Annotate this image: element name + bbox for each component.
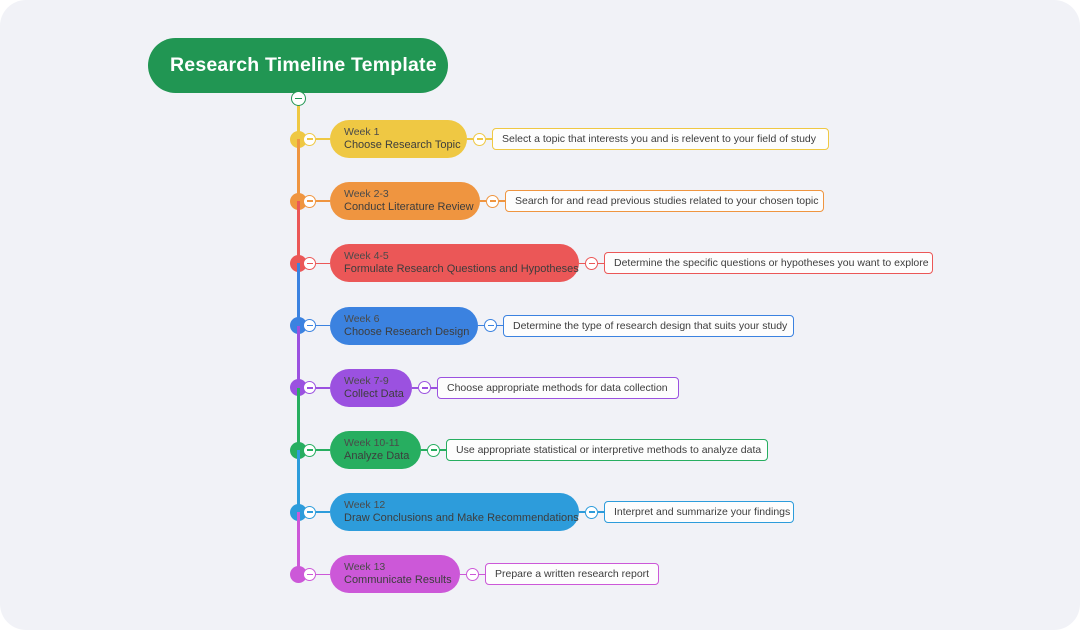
detail-text: Determine the type of research design th… xyxy=(513,319,788,332)
detail-collapse-minus-icon[interactable] xyxy=(585,256,598,270)
timeline-task-pill[interactable]: Week 1 Choose Research Topic xyxy=(330,120,467,158)
detail-collapse-minus-icon[interactable] xyxy=(418,381,431,395)
timeline-detail-box[interactable]: Prepare a written research report xyxy=(485,563,659,586)
connector-line xyxy=(316,573,330,576)
minus-glyph xyxy=(588,511,595,513)
branch-collapse-minus-icon[interactable] xyxy=(303,567,316,581)
branch-collapse-minus-icon[interactable] xyxy=(303,381,316,395)
timeline-task-pill[interactable]: Week 10-11 Analyze Data xyxy=(330,431,421,469)
pill-task-label: Choose Research Topic xyxy=(344,139,461,151)
timeline-detail-box[interactable]: Determine the specific questions or hypo… xyxy=(604,252,933,275)
minus-glyph xyxy=(306,387,313,389)
spine-segment xyxy=(297,263,300,326)
minus-glyph xyxy=(306,324,313,327)
spine-segment xyxy=(297,450,300,513)
timeline-detail-box[interactable]: Determine the type of research design th… xyxy=(503,314,794,337)
detail-collapse-minus-icon[interactable] xyxy=(486,194,499,208)
detail-text: Determine the specific questions or hypo… xyxy=(614,257,929,270)
detail-text: Search for and read previous studies rel… xyxy=(515,195,819,208)
detail-collapse-minus-icon[interactable] xyxy=(427,443,440,457)
spine-segment xyxy=(297,139,300,202)
connector-line xyxy=(316,262,330,265)
timeline-detail-box[interactable]: Interpret and summarize your findings xyxy=(604,501,794,524)
root-title-node[interactable]: Research Timeline Template xyxy=(148,38,448,93)
pill-task-label: Draw Conclusions and Make Recommendation… xyxy=(344,512,579,525)
connector-line xyxy=(316,324,330,327)
page-title: Research Timeline Template xyxy=(170,54,437,76)
timeline-detail-box[interactable]: Select a topic that interests you and is… xyxy=(492,128,829,150)
branch-collapse-minus-icon[interactable] xyxy=(303,194,316,208)
pill-week-label: Week 10-11 xyxy=(344,437,400,449)
detail-collapse-minus-icon[interactable] xyxy=(473,132,486,146)
spine-segment xyxy=(297,325,300,388)
minus-glyph xyxy=(421,387,428,389)
minus-glyph xyxy=(306,573,313,576)
minus-glyph xyxy=(306,262,313,265)
branch-collapse-minus-icon[interactable] xyxy=(303,443,316,457)
connector-line xyxy=(316,449,330,451)
timeline-task-pill[interactable]: Week 6 Choose Research Design xyxy=(330,306,478,345)
timeline-task-pill[interactable]: Week 12 Draw Conclusions and Make Recomme… xyxy=(330,493,579,532)
minus-glyph xyxy=(489,200,496,202)
connector-line xyxy=(316,138,330,140)
minus-glyph xyxy=(306,200,313,202)
detail-text: Interpret and summarize your findings xyxy=(614,506,791,519)
timeline-task-pill[interactable]: Week 2-3 Conduct Literature Review xyxy=(330,182,480,221)
detail-collapse-minus-icon[interactable] xyxy=(585,505,598,519)
connector-line xyxy=(316,200,330,203)
minus-glyph xyxy=(295,97,302,100)
pill-week-label: Week 6 xyxy=(344,312,380,325)
timeline-detail-box[interactable]: Use appropriate statistical or interpret… xyxy=(446,439,768,461)
pill-week-label: Week 12 xyxy=(344,499,386,512)
minus-glyph xyxy=(588,262,595,265)
spine-segment xyxy=(297,512,300,575)
minus-glyph xyxy=(306,449,313,451)
detail-text: Prepare a written research report xyxy=(495,568,650,581)
branch-collapse-minus-icon[interactable] xyxy=(303,132,316,146)
pill-week-label: Week 2-3 xyxy=(344,188,389,201)
timeline-task-pill[interactable]: Week 7-9 Collect Data xyxy=(330,368,412,407)
timeline-detail-box[interactable]: Choose appropriate methods for data coll… xyxy=(437,376,679,399)
root-collapse-minus-icon[interactable] xyxy=(291,91,306,106)
pill-week-label: Week 4-5 xyxy=(344,250,389,263)
minus-glyph xyxy=(306,138,313,140)
pill-task-label: Collect Data xyxy=(344,387,404,400)
pill-task-label: Formulate Research Questions and Hypothe… xyxy=(344,263,579,276)
detail-collapse-minus-icon[interactable] xyxy=(466,567,479,581)
connector-line xyxy=(316,511,330,514)
branch-collapse-minus-icon[interactable] xyxy=(303,256,316,270)
pill-week-label: Week 13 xyxy=(344,561,386,574)
detail-collapse-minus-icon[interactable] xyxy=(484,319,497,333)
minus-glyph xyxy=(306,511,313,513)
connector-line xyxy=(316,386,330,389)
spine-segment xyxy=(297,201,300,264)
minus-glyph xyxy=(476,138,483,140)
detail-text: Choose appropriate methods for data coll… xyxy=(447,381,668,394)
pill-week-label: Week 7-9 xyxy=(344,374,389,387)
branch-collapse-minus-icon[interactable] xyxy=(303,505,316,519)
pill-task-label: Analyze Data xyxy=(344,450,410,462)
spine-segment xyxy=(297,132,300,139)
spine-segment xyxy=(297,387,300,450)
detail-text: Use appropriate statistical or interpret… xyxy=(456,444,762,456)
pill-week-label: Week 1 xyxy=(344,126,380,138)
mindmap-canvas: Research Timeline Template Week 1 Choose … xyxy=(0,0,1080,630)
pill-task-label: Conduct Literature Review xyxy=(344,201,474,214)
minus-glyph xyxy=(469,573,476,576)
branch-collapse-minus-icon[interactable] xyxy=(303,319,316,333)
timeline-task-pill[interactable]: Week 13 Communicate Results xyxy=(330,555,460,594)
timeline-task-pill[interactable]: Week 4-5 Formulate Research Questions and… xyxy=(330,244,579,283)
minus-glyph xyxy=(487,324,494,327)
pill-task-label: Communicate Results xyxy=(344,574,452,587)
timeline-detail-box[interactable]: Search for and read previous studies rel… xyxy=(505,190,824,213)
pill-task-label: Choose Research Design xyxy=(344,325,470,338)
minus-glyph xyxy=(430,449,437,451)
detail-text: Select a topic that interests you and is… xyxy=(502,133,817,145)
